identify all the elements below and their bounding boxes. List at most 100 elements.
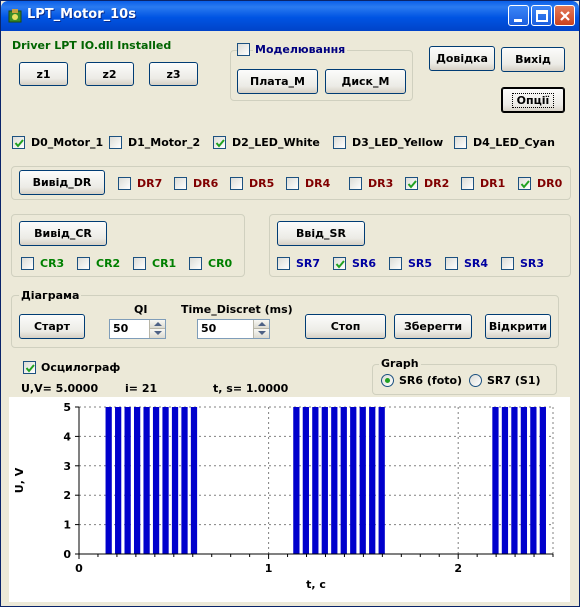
- window-title: LPT_Motor_10s: [27, 7, 136, 22]
- cr-cr3-checkbox[interactable]: [21, 257, 34, 270]
- y-tick-label: 5: [63, 401, 71, 414]
- y-tick-label: 2: [63, 489, 71, 502]
- qi-up-arrow[interactable]: [149, 320, 165, 329]
- sr-sr5-checkbox[interactable]: [389, 257, 402, 270]
- pulse-bar: [302, 407, 309, 554]
- time-down-arrow[interactable]: [253, 329, 269, 338]
- d4-led-cyan-checkbox[interactable]: [454, 136, 467, 149]
- graph-legend: Graph: [379, 357, 421, 370]
- pulse-bar: [124, 407, 131, 554]
- cr-cr2-checkbox[interactable]: [77, 257, 90, 270]
- z3-button[interactable]: z3: [149, 62, 198, 86]
- maximize-button[interactable]: [531, 5, 552, 26]
- qi-down-arrow[interactable]: [149, 329, 165, 338]
- dr-dr6-checkbox[interactable]: [174, 177, 187, 190]
- time-discret-label: Time_Discret (ms): [181, 303, 293, 316]
- dr-dr7-label: DR7: [137, 177, 163, 190]
- cr-cr0-label: CR0: [208, 257, 233, 270]
- pulse-bar: [152, 407, 160, 554]
- options-button[interactable]: Опції: [501, 87, 565, 113]
- i-readout: i= 21: [125, 382, 158, 395]
- client-area: Driver LPT IO.dll Installed z1 z2 z3 Мод…: [1, 31, 579, 606]
- start-button[interactable]: Старт: [19, 314, 85, 339]
- dr-dr5-checkbox[interactable]: [230, 177, 243, 190]
- chart-svg: 0 1 2 3 4 5 0 1 2 t, c U, V: [13, 401, 554, 591]
- sr6-foto-label: SR6 (foto): [399, 374, 463, 387]
- dr-dr2-checkbox[interactable]: [405, 177, 418, 190]
- pulse-bar: [340, 407, 347, 554]
- minimize-button[interactable]: [508, 5, 529, 26]
- sr7-s1-label: SR7 (S1): [487, 374, 541, 387]
- oscillograph-checkbox[interactable]: [23, 361, 36, 374]
- disk-m-button[interactable]: Диск_М: [325, 69, 406, 94]
- sr-sr6-checkbox[interactable]: [333, 257, 346, 270]
- pulse-bar: [133, 407, 141, 554]
- main-window: LPT_Motor_10s Driver LPT IO.dll Installe…: [0, 0, 580, 607]
- sr-sr5-label: SR5: [408, 257, 433, 270]
- d1-motor-2-checkbox[interactable]: [109, 136, 122, 149]
- pulse-bar: [530, 407, 537, 554]
- oscillograph-plot: 0 1 2 3 4 5 0 1 2 t, c U, V: [9, 397, 570, 602]
- output-dr-button[interactable]: Вивід_DR: [19, 170, 105, 195]
- dr-dr1-label: DR1: [480, 177, 506, 190]
- dr-dr1-checkbox[interactable]: [461, 177, 474, 190]
- modeling-checkbox[interactable]: [237, 43, 250, 56]
- cr-cr0-checkbox[interactable]: [189, 257, 202, 270]
- qi-spinner[interactable]: 50: [109, 319, 166, 339]
- y-axis-label: U, V: [13, 467, 26, 493]
- sr7-s1-radio[interactable]: [469, 374, 482, 387]
- sr-sr4-label: SR4: [464, 257, 489, 270]
- t-readout: t, s= 1.0000: [213, 382, 289, 395]
- sr-sr7-checkbox[interactable]: [277, 257, 290, 270]
- pulse-bar: [539, 407, 546, 554]
- d0-motor-1-checkbox[interactable]: [12, 136, 25, 149]
- qi-label: QI: [134, 303, 148, 316]
- x-tick-label: 2: [454, 562, 462, 575]
- title-bar[interactable]: LPT_Motor_10s: [1, 1, 579, 31]
- output-cr-button[interactable]: Вивід_CR: [19, 221, 107, 246]
- dr-dr6-label: DR6: [193, 177, 219, 190]
- dr-dr5-label: DR5: [249, 177, 275, 190]
- help-button[interactable]: Довідка: [429, 46, 495, 71]
- modeling-label: Моделювання: [253, 43, 348, 56]
- pulse-bar: [171, 407, 179, 554]
- y-tick-label: 3: [63, 460, 71, 473]
- pulse-bar: [492, 407, 499, 554]
- pulse-bar: [115, 407, 122, 554]
- d3-led-yellow-checkbox[interactable]: [333, 136, 346, 149]
- save-button[interactable]: Зберегти: [394, 314, 472, 339]
- pulse-bar: [190, 407, 198, 554]
- exit-button[interactable]: Вихід: [501, 47, 565, 72]
- diagram-legend: Діаграма: [19, 289, 82, 302]
- z1-button[interactable]: z1: [19, 62, 68, 86]
- input-sr-button[interactable]: Ввід_SR: [277, 221, 365, 246]
- open-button[interactable]: Відкрити: [485, 314, 551, 339]
- dr-dr0-checkbox[interactable]: [518, 177, 531, 190]
- time-up-arrow[interactable]: [253, 320, 269, 329]
- d2-led-white-checkbox[interactable]: [213, 136, 226, 149]
- y-tick-label: 4: [63, 430, 71, 443]
- time-discret-spinner[interactable]: 50: [197, 319, 270, 339]
- cr-cr1-checkbox[interactable]: [133, 257, 146, 270]
- sr-sr4-checkbox[interactable]: [445, 257, 458, 270]
- z2-button[interactable]: z2: [85, 62, 134, 86]
- y-tick-label: 1: [63, 519, 71, 532]
- stop-button[interactable]: Стоп: [305, 314, 386, 339]
- dr-dr4-checkbox[interactable]: [286, 177, 299, 190]
- sr-sr3-checkbox[interactable]: [501, 257, 514, 270]
- dr-dr0-label: DR0: [537, 177, 563, 190]
- pulse-bar: [181, 407, 188, 554]
- d1-motor-2-label: D1_Motor_2: [128, 136, 201, 149]
- cr-cr3-label: CR3: [40, 257, 65, 270]
- sr6-foto-radio[interactable]: [381, 374, 394, 387]
- board-m-button[interactable]: Плата_М: [237, 69, 318, 94]
- dr-dr4-label: DR4: [305, 177, 331, 190]
- dr-dr3-checkbox[interactable]: [349, 177, 362, 190]
- pulse-bar: [350, 407, 357, 554]
- cr-cr2-label: CR2: [96, 257, 121, 270]
- close-button[interactable]: [554, 5, 575, 26]
- pulse-bar: [162, 407, 169, 554]
- dr-dr7-checkbox[interactable]: [118, 177, 131, 190]
- pulse-bar: [378, 407, 385, 554]
- dr-dr3-label: DR3: [368, 177, 394, 190]
